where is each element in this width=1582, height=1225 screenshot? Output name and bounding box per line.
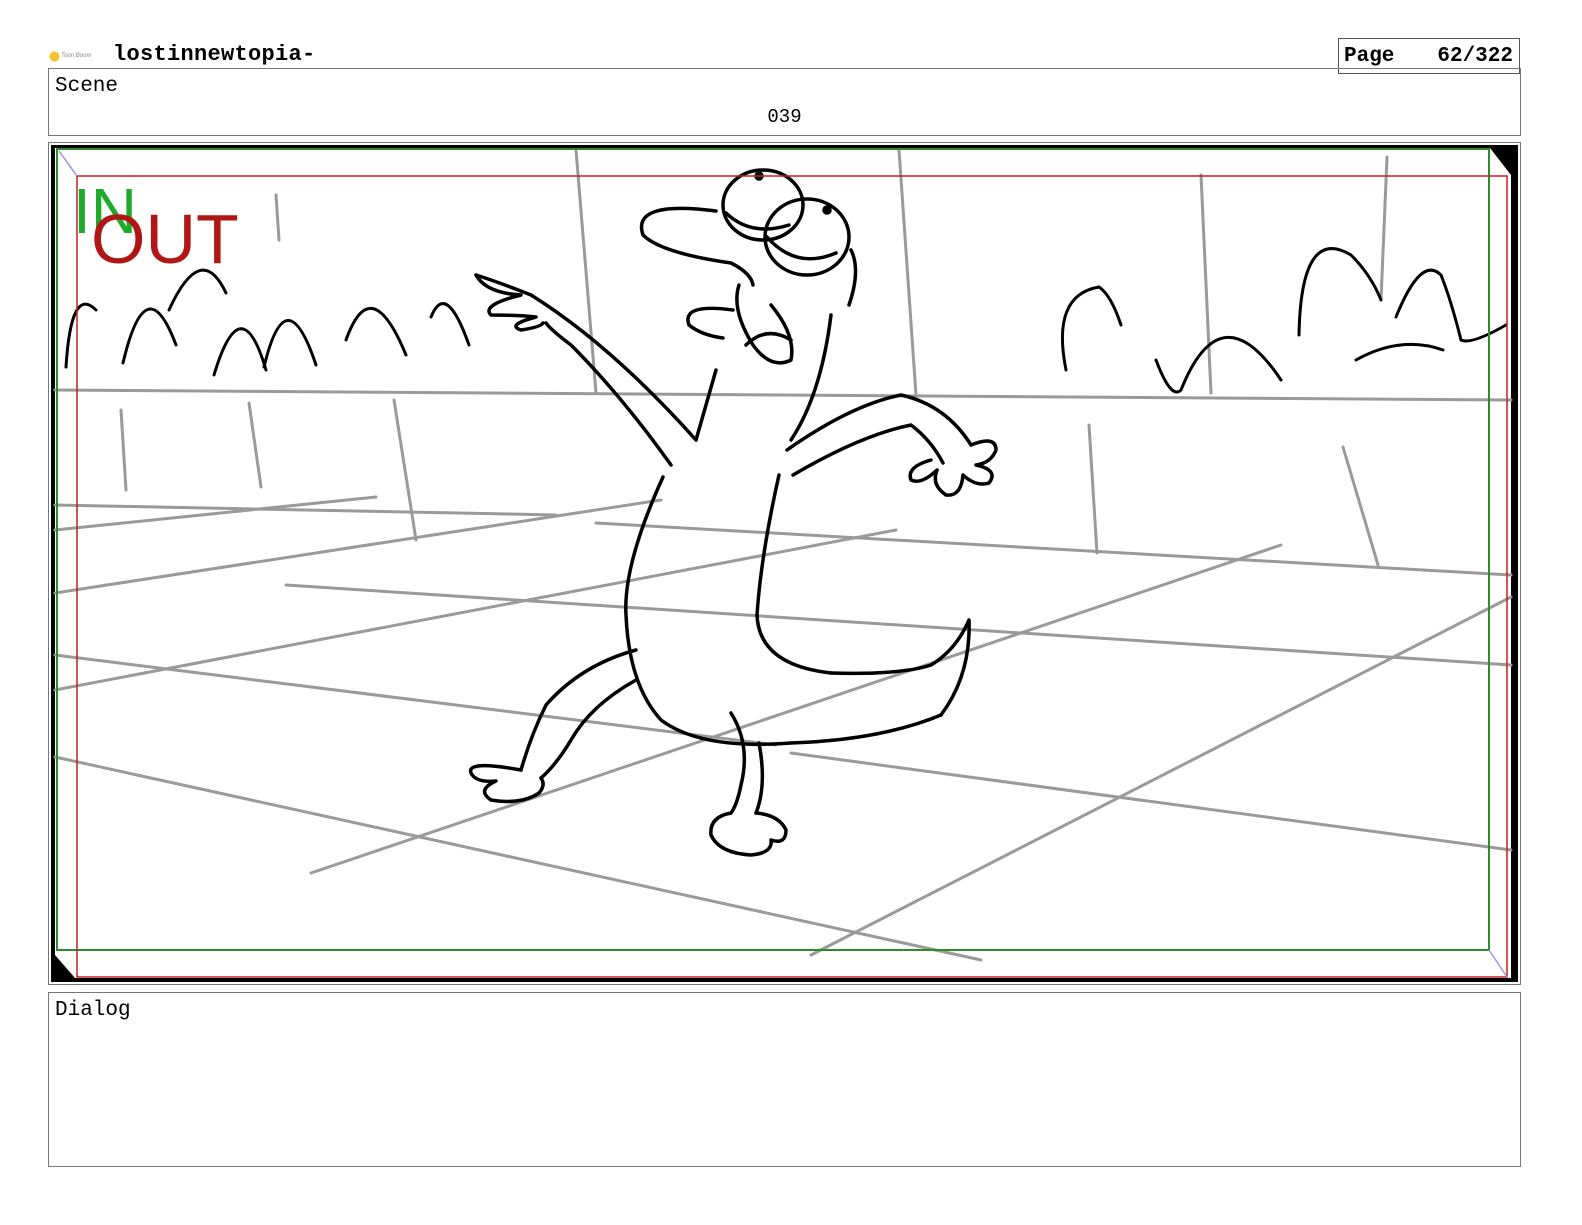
panel-drawing: IN OUT [53,148,1513,978]
scene-number: 039 [767,106,802,128]
dialog-label: Dialog [55,999,131,1022]
scene-label: Scene [55,75,119,98]
dialog-box: Dialog [48,992,1521,1167]
logo-text: Toon Boom [61,53,92,59]
project-title: lostinnewtopia- [113,42,316,67]
character-pupil [822,205,832,215]
toon-boom-logo: Toon Boom [50,50,98,62]
scene-box: Scene 039 [48,68,1521,136]
page-number: 62/322 [1437,44,1513,68]
out-marker: OUT [91,200,239,278]
storyboard-panel: IN OUT [51,145,1518,982]
sun-logo-icon [50,51,59,61]
page-label: Page [1344,44,1395,68]
